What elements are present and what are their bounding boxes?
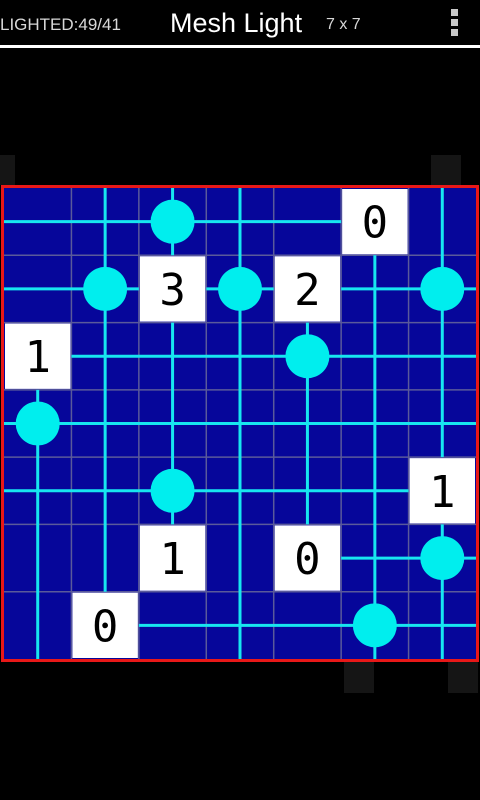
wall-number: 0 [92, 601, 119, 652]
wall-number: 3 [159, 265, 186, 316]
board-cell-2-5[interactable] [341, 323, 408, 390]
board-cell-0-6[interactable] [409, 188, 476, 255]
board-cell-6-0[interactable] [4, 592, 71, 659]
board-cell-4-0[interactable] [4, 457, 71, 524]
board-cell-6-4[interactable] [274, 592, 341, 659]
board-cell-4-3[interactable] [206, 457, 273, 524]
numbered-wall-4-6[interactable]: 1 [409, 458, 475, 524]
frame-tab-top-left [0, 155, 15, 185]
board-cell-2-6[interactable] [409, 323, 476, 390]
board-cell-3-5[interactable] [341, 390, 408, 457]
app-title: Mesh Light [170, 8, 303, 38]
wall-number: 0 [362, 198, 389, 249]
board-cell-5-0[interactable] [4, 524, 71, 591]
board-cell-5-3[interactable] [206, 524, 273, 591]
board-cell-3-1[interactable] [71, 390, 138, 457]
board-cell-0-1[interactable] [71, 188, 138, 255]
board-cell-5-5[interactable] [341, 524, 408, 591]
board-cell-0-3[interactable] [206, 188, 273, 255]
board-cell-6-3[interactable] [206, 592, 273, 659]
board-cell-1-1[interactable] [71, 255, 138, 322]
board-canvas: 03 2111 00 [4, 188, 476, 659]
board-cell-1-3[interactable] [206, 255, 273, 322]
board-cell-1-0[interactable] [4, 255, 71, 322]
board-cell-6-5[interactable] [341, 592, 408, 659]
lighted-counter: LIGHTED:49/41 [0, 15, 121, 34]
board-cell-1-5[interactable] [341, 255, 408, 322]
board-cell-4-2[interactable] [139, 457, 206, 524]
board-cell-5-6[interactable] [409, 524, 476, 591]
board-cell-4-1[interactable] [71, 457, 138, 524]
numbered-wall-0-5[interactable]: 0 [342, 189, 408, 255]
puzzle-board: 03211100 [1, 185, 479, 662]
board-cell-2-1[interactable] [71, 323, 138, 390]
board-cell-1-6[interactable] [409, 255, 476, 322]
numbered-wall-1-4[interactable]: 2 [274, 256, 341, 322]
board-cell-6-6[interactable] [409, 592, 476, 659]
title-divider [0, 45, 480, 48]
board-cell-3-3[interactable] [206, 390, 273, 457]
board-cell-0-4[interactable] [274, 188, 341, 255]
title-bar: LIGHTED:49/41 Mesh Light 7 x 7 [0, 0, 480, 46]
board-cell-5-1[interactable] [71, 524, 138, 591]
board-cell-0-2[interactable] [139, 188, 206, 255]
wall-number: 1 [429, 467, 456, 518]
wall-number: 1 [159, 534, 186, 585]
board-size-label: 7 x 7 [326, 16, 361, 33]
board-cell-3-4[interactable] [274, 390, 341, 457]
board-cell-0-0[interactable] [4, 188, 71, 255]
board-cell-6-2[interactable] [139, 592, 206, 659]
wall-number: 2 [294, 265, 321, 316]
board-cell-3-2[interactable] [139, 390, 206, 457]
board-cell-3-6[interactable] [409, 390, 476, 457]
board-cell-2-3[interactable] [206, 323, 273, 390]
frame-tab-top-right [431, 155, 461, 185]
board-cell-3-0[interactable] [4, 390, 71, 457]
board-cell-4-4[interactable] [274, 457, 341, 524]
board-cell-2-4[interactable] [274, 323, 341, 390]
frame-tab-bottom-right [448, 662, 478, 693]
overflow-menu-icon[interactable] [450, 9, 460, 39]
numbered-wall-6-1[interactable]: 0 [72, 592, 138, 658]
numbered-wall-5-2[interactable]: 1 [139, 525, 206, 591]
board-cell-4-5[interactable] [341, 457, 408, 524]
wall-number: 1 [24, 332, 51, 383]
frame-tab-bottom-mid [344, 662, 374, 693]
numbered-wall-5-4[interactable]: 0 [274, 525, 341, 591]
board-cell-2-2[interactable] [139, 323, 206, 390]
numbered-wall-1-2[interactable]: 3 [139, 256, 206, 322]
wall-number: 0 [294, 534, 321, 585]
numbered-wall-2-0[interactable]: 1 [5, 323, 71, 389]
